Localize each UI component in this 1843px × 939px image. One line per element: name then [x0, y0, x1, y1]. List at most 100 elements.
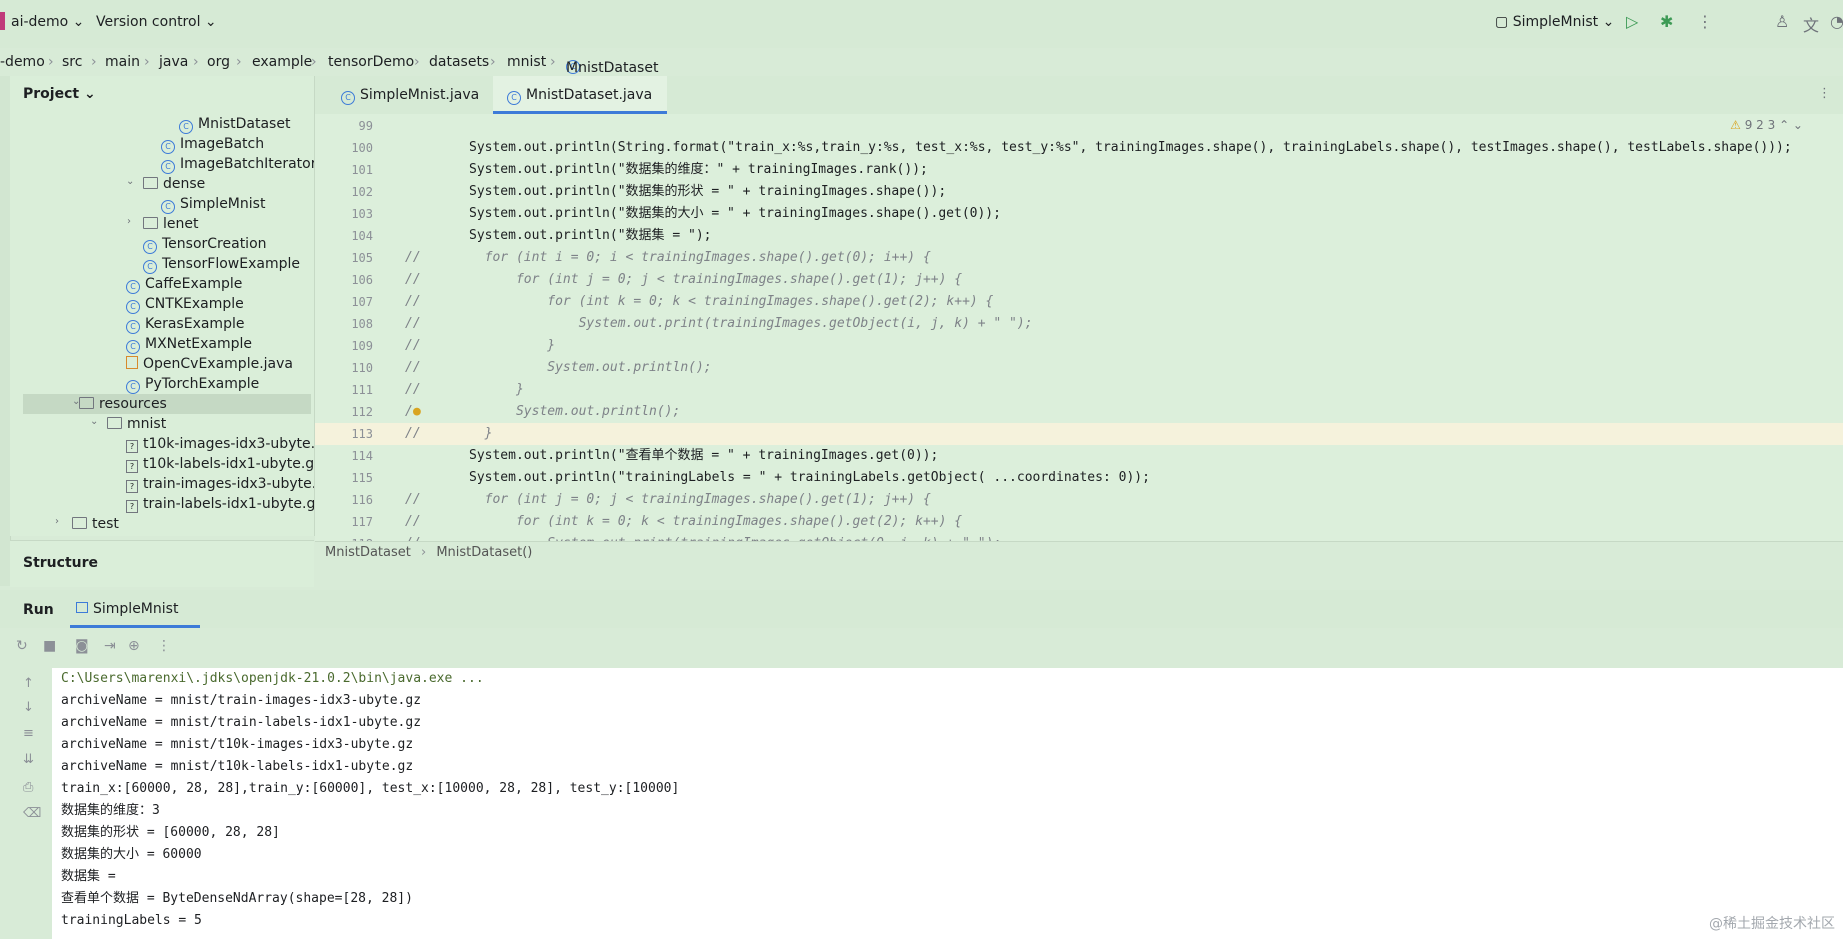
run-panel-title[interactable]: Run [23, 602, 54, 618]
tree-item[interactable]: C TensorFlowExample [143, 254, 300, 274]
code-text: for (int j = 0; j < trainingImages.shape… [469, 272, 963, 287]
folder-icon [79, 397, 94, 409]
tree-item[interactable]: C MXNetExample [126, 334, 252, 354]
wrap-icon[interactable]: ≡ [23, 726, 34, 741]
tree-item-label: train-labels-idx1-ubyte.gz [143, 496, 315, 512]
code-line: 108 // System.out.print(trainingImages.ge… [315, 313, 1843, 335]
search-icon[interactable]: ◔ [1830, 12, 1843, 31]
code-breadcrumb-item[interactable]: MnistDataset [325, 545, 411, 560]
comment-marker: // [405, 294, 421, 309]
code-line: 104 System.out.println("数据集 = "); [315, 225, 1843, 247]
lightbulb-icon[interactable]: ● [413, 401, 421, 423]
chevron-down-icon[interactable]: ⌄ [126, 176, 134, 187]
chevron-down-icon[interactable]: ⌄ [72, 396, 80, 407]
chevron-right-icon[interactable]: › [55, 516, 59, 527]
tree-item[interactable]: OpenCvExample.java [126, 354, 293, 374]
file-icon: ? [126, 460, 138, 473]
console-line: train_x:[60000, 28, 28],train_y:[60000],… [61, 781, 680, 796]
run-icon[interactable]: ▷ [1626, 12, 1638, 31]
tab-simplemnist[interactable]: C SimpleMnist.java [327, 76, 491, 114]
tree-item[interactable]: C PyTorchExample [126, 374, 259, 394]
more-icon[interactable]: ⋮ [157, 638, 171, 654]
debug-icon[interactable]: ✱ [1660, 12, 1673, 31]
code-line: 110 // System.out.println(); [315, 357, 1843, 379]
breadcrumb-item[interactable]: java [159, 54, 188, 70]
breadcrumb-item[interactable]: -demo [0, 54, 45, 70]
tree-item[interactable]: test [72, 514, 119, 534]
tree-item[interactable]: mnist [107, 414, 166, 434]
project-title-label: Project [23, 86, 80, 102]
tree-item[interactable]: C SimpleMnist [161, 194, 265, 214]
arrow-down-icon[interactable]: ↓ [23, 700, 34, 715]
app-icon [76, 602, 88, 613]
exit-icon[interactable]: ⇥ [104, 638, 116, 654]
breadcrumb-item[interactable]: tensorDemo [328, 54, 414, 70]
console-side-toolbar: ↑ ↓ ≡ ⇊ ⎙ ⌫ [0, 668, 53, 939]
tree-item[interactable]: lenet [143, 214, 198, 234]
tree-item-label: ImageBatchIterator [180, 156, 315, 172]
tree-item[interactable]: C TensorCreation [143, 234, 267, 254]
tree-item[interactable]: C CaffeExample [126, 274, 242, 294]
tree-item[interactable]: ? train-images-idx3-ubyte.gz [126, 474, 314, 494]
user-icon[interactable]: ♙ [1775, 12, 1789, 31]
structure-title[interactable]: Structure [23, 555, 98, 571]
code-line: 107 // for (int k = 0; k < trainingImages… [315, 291, 1843, 313]
breadcrumb-item[interactable]: org [207, 54, 230, 70]
line-number: 111 [351, 383, 373, 397]
tree-item[interactable]: C ImageBatch [161, 134, 264, 154]
tree-item[interactable]: C MnistDataset [179, 114, 290, 134]
breadcrumb-item[interactable]: mnist [507, 54, 546, 70]
breadcrumb-item[interactable]: src [62, 54, 82, 70]
more-icon[interactable]: ⋮ [1818, 86, 1831, 101]
console-line: 数据集的大小 = 60000 [61, 847, 202, 862]
stop-icon[interactable]: ■ [43, 638, 56, 654]
project-panel-title[interactable]: Project ⌄ [23, 86, 96, 102]
run-config-selector[interactable]: ▢ SimpleMnist ⌄ [1495, 14, 1614, 30]
project-selector[interactable]: ai-demo ⌄ [11, 14, 84, 30]
tab-mnistdataset[interactable]: CMnistDataset.java × [493, 76, 667, 141]
console-line: archiveName = mnist/train-images-idx3-ub… [61, 693, 422, 708]
translate-icon[interactable]: 文 [1803, 12, 1819, 36]
class-icon: C [126, 280, 140, 294]
breadcrumb-item[interactable]: datasets [429, 54, 489, 70]
folder-icon [107, 417, 122, 429]
magnifier-icon[interactable]: ⊕ [128, 638, 140, 654]
tree-item[interactable]: C ImageBatchIterator [161, 154, 315, 174]
code-line: 103 System.out.println("数据集的大小 = " + trai… [315, 203, 1843, 225]
tree-item[interactable]: ? t10k-labels-idx1-ubyte.gz [126, 454, 314, 474]
breadcrumb-item[interactable]: main [105, 54, 140, 70]
line-number: 100 [351, 141, 373, 155]
camera-icon[interactable]: ◙ [75, 638, 89, 654]
rerun-icon[interactable]: ↻ [16, 638, 28, 654]
code-text: System.out.println("数据集 = "); [469, 228, 712, 243]
console-output[interactable]: C:\Users\marenxi\.jdks\openjdk-21.0.2\bi… [52, 668, 1843, 939]
tree-item[interactable]: dense [143, 174, 205, 194]
run-tab-simplemnist[interactable]: SimpleMnist × [70, 590, 200, 655]
scroll-end-icon[interactable]: ⇊ [23, 752, 34, 767]
tree-item-label: SimpleMnist [180, 196, 266, 212]
file-icon: ? [126, 480, 138, 493]
tree-item[interactable]: C KerasExample [126, 314, 244, 334]
tree-item-selected[interactable]: resources [23, 394, 311, 414]
tree-item[interactable]: C CNTKExample [126, 294, 244, 314]
vcs-menu[interactable]: Version control ⌄ [96, 14, 217, 30]
code-text: for (int j = 0; j < trainingImages.shape… [469, 492, 931, 507]
chevron-down-icon[interactable]: ⌄ [90, 416, 98, 427]
project-color-marker [0, 12, 5, 30]
chevron-right-icon: › [91, 54, 97, 70]
class-icon: C [161, 140, 175, 154]
more-icon[interactable]: ⋮ [1697, 12, 1713, 31]
print-icon[interactable]: ⎙ [23, 780, 33, 795]
watermark: @稀土掘金技术社区 [1709, 916, 1835, 932]
tree-item[interactable]: ? train-labels-idx1-ubyte.gz [126, 494, 315, 514]
trash-icon[interactable]: ⌫ [23, 806, 41, 821]
code-breadcrumb-item[interactable]: MnistDataset() [436, 545, 532, 560]
tree-item[interactable]: ? t10k-images-idx3-ubyte.gz [126, 434, 314, 454]
arrow-up-icon[interactable]: ↑ [23, 676, 34, 691]
code-editor[interactable]: ⚠ 9 2 3 ⌃ ⌄ 99 100 System.out.println(Str… [315, 114, 1843, 564]
line-number: 115 [351, 471, 373, 485]
tree-item-label: mnist [127, 416, 167, 432]
breadcrumb-item[interactable]: example [252, 54, 312, 70]
class-icon: C [161, 160, 175, 174]
chevron-right-icon[interactable]: › [127, 216, 131, 227]
